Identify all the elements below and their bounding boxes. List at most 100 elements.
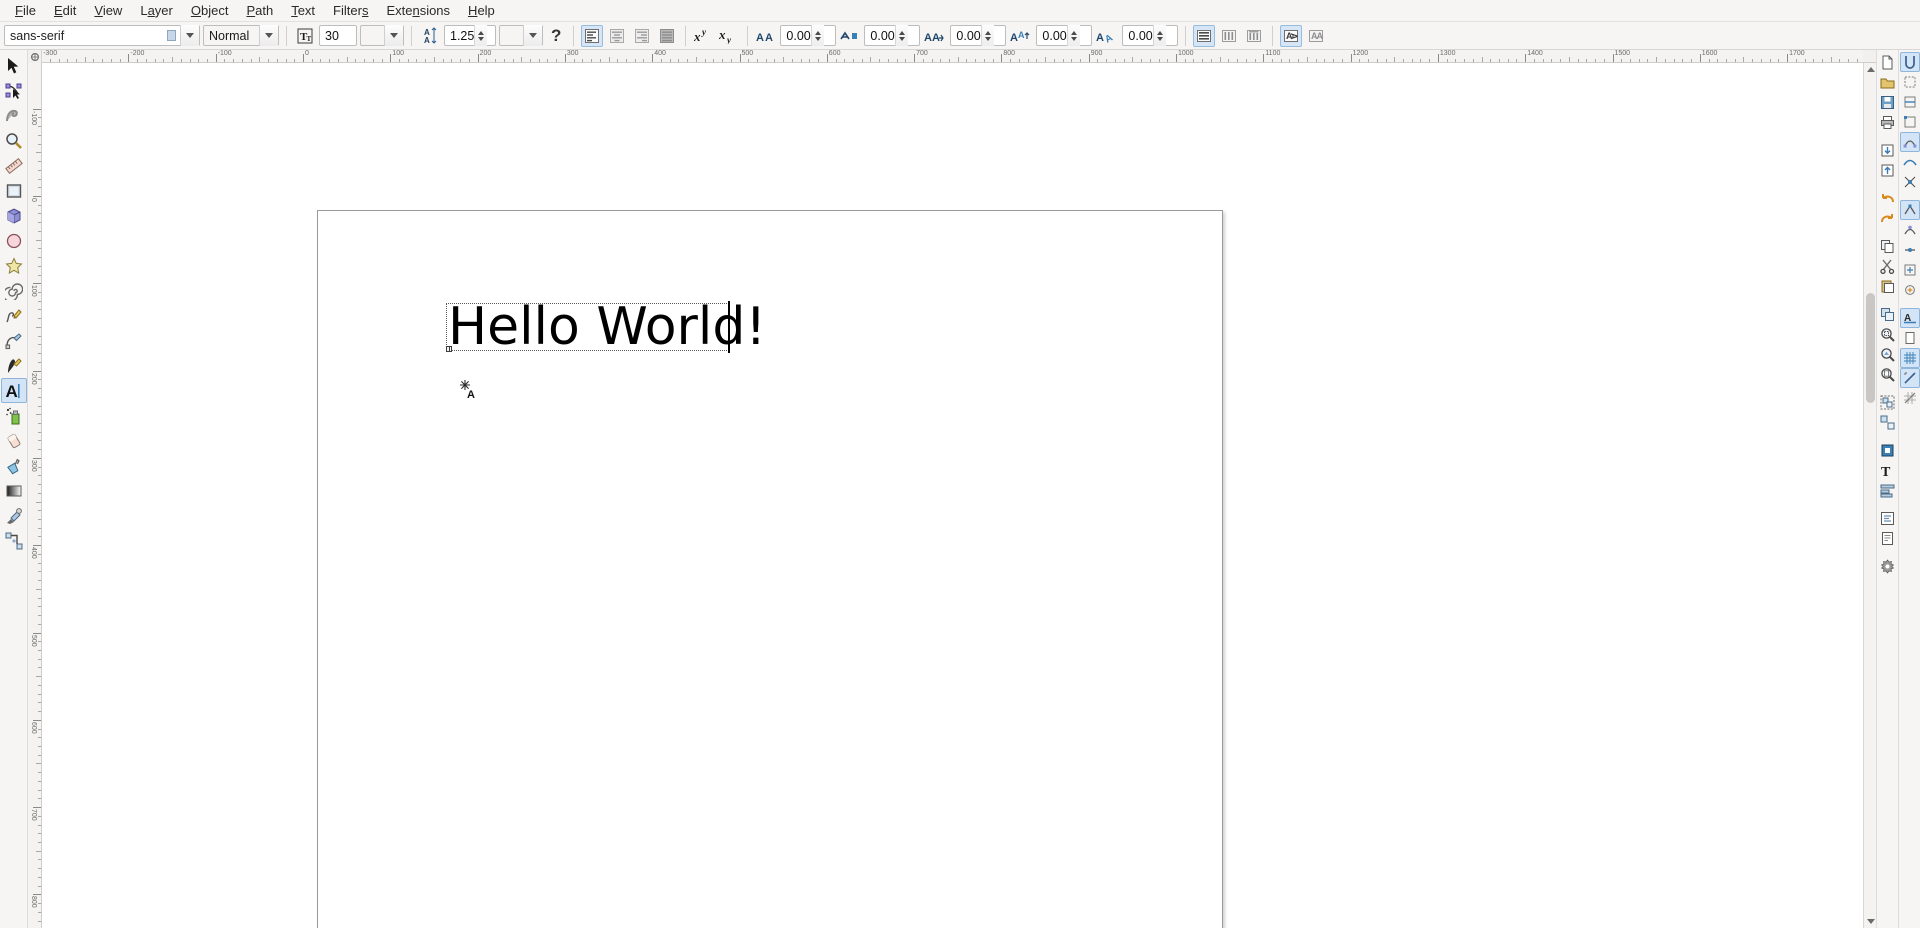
snap-grid-guide-icon[interactable] — [1900, 388, 1920, 408]
pencil-tool[interactable] — [1, 303, 27, 328]
new-document-icon[interactable] — [1878, 52, 1898, 72]
horizontal-kerning-stepper[interactable] — [980, 25, 994, 46]
horizontal-kerning-field[interactable]: 0.00 — [950, 25, 1007, 46]
superscript-button[interactable]: x y — [693, 25, 715, 47]
font-size-unit-icon[interactable]: T T — [294, 25, 316, 47]
align-left-button[interactable] — [581, 24, 604, 47]
open-document-icon[interactable] — [1878, 72, 1898, 92]
letter-spacing-value[interactable]: 0.00 — [781, 29, 810, 43]
character-rotation-value[interactable]: 0.00 — [1123, 29, 1152, 43]
tweak-tool[interactable] — [1, 103, 27, 128]
menu-help[interactable]: Help — [459, 1, 504, 20]
word-spacing-stepper[interactable] — [894, 25, 908, 46]
vertical-shift-value[interactable]: 0.00 — [1037, 29, 1066, 43]
font-size-unit-arrow[interactable] — [384, 25, 403, 46]
line-spacing-value[interactable]: 1.25 — [445, 29, 474, 43]
copy-icon[interactable] — [1878, 236, 1898, 256]
align-center-button[interactable] — [606, 25, 628, 47]
cut-icon[interactable] — [1878, 256, 1898, 276]
menu-file[interactable]: FFileile — [6, 1, 45, 20]
menu-path[interactable]: Path — [237, 1, 282, 20]
node-tool[interactable] — [1, 78, 27, 103]
snap-nodes-icon[interactable] — [1899, 132, 1920, 152]
snap-bounding-box-icon[interactable] — [1900, 72, 1920, 92]
font-family-value[interactable]: sans-serif — [5, 29, 163, 43]
menu-object[interactable]: Object — [182, 1, 238, 20]
snap-enable-icon[interactable] — [1899, 52, 1920, 72]
paste-icon[interactable] — [1878, 276, 1898, 296]
zoom-drawing-icon[interactable] — [1878, 344, 1898, 364]
subscript-button[interactable]: x y — [718, 25, 740, 47]
zoom-selection-icon[interactable] — [1878, 324, 1898, 344]
calligraphy-tool[interactable] — [1, 353, 27, 378]
drawing-canvas[interactable]: Hello World! A — [42, 63, 1863, 928]
line-spacing-stepper[interactable] — [474, 25, 488, 46]
vertical-shift-stepper[interactable] — [1066, 25, 1080, 46]
horizontal-kerning-value[interactable]: 0.00 — [951, 29, 980, 43]
zoom-page-icon[interactable] — [1878, 364, 1898, 384]
document-properties-icon[interactable] — [1878, 528, 1898, 548]
font-size-field[interactable]: 30 — [319, 25, 357, 46]
vertical-text-rl-button[interactable] — [1218, 25, 1240, 47]
export-icon[interactable] — [1878, 160, 1898, 180]
snap-page-border-icon[interactable] — [1900, 328, 1920, 348]
character-rotation-stepper[interactable] — [1152, 25, 1166, 46]
spray-tool[interactable] — [1, 403, 27, 428]
line-spacing-unit-arrow[interactable] — [523, 25, 542, 46]
snap-path-intersection-icon[interactable] — [1900, 172, 1920, 192]
align-justify-button[interactable] — [656, 25, 678, 47]
vertical-shift-field[interactable]: 0.00 — [1036, 25, 1093, 46]
text-properties-icon[interactable]: T — [1878, 460, 1898, 480]
text-orientation-auto-button[interactable]: A A — [1280, 24, 1303, 47]
menu-extensions[interactable]: Extensions — [377, 1, 459, 20]
snap-path-icon[interactable] — [1900, 152, 1920, 172]
align-right-button[interactable] — [631, 25, 653, 47]
text-orientation-upright-button[interactable]: A A — [1305, 25, 1327, 47]
font-size-value[interactable]: 30 — [320, 29, 339, 43]
line-spacing-unit-combo[interactable] — [499, 25, 543, 46]
font-size-unit-combo[interactable] — [360, 25, 404, 46]
gradient-tool[interactable] — [1, 478, 27, 503]
vertical-ruler[interactable]: -1000100200300400500600700800900 — [28, 63, 42, 928]
box3d-tool[interactable] — [1, 203, 27, 228]
connector-tool[interactable] — [1, 528, 27, 553]
menu-text[interactable]: Text — [282, 1, 324, 20]
word-spacing-field[interactable]: 0.00 — [864, 25, 921, 46]
text-anchor-handle[interactable] — [446, 346, 452, 352]
fill-stroke-icon[interactable] — [1878, 440, 1898, 460]
text-tool[interactable]: A — [0, 378, 27, 403]
menu-filters[interactable]: Filters — [324, 1, 377, 20]
duplicate-icon[interactable] — [1878, 304, 1898, 324]
align-distribute-icon[interactable] — [1878, 480, 1898, 500]
scroll-down-button[interactable] — [1864, 915, 1877, 928]
horizontal-text-button[interactable] — [1193, 24, 1216, 47]
letter-spacing-field[interactable]: 0.00 — [780, 25, 837, 46]
print-document-icon[interactable] — [1878, 112, 1898, 132]
snap-cusp-node-icon[interactable] — [1899, 200, 1920, 220]
word-spacing-value[interactable]: 0.00 — [865, 29, 894, 43]
eraser-tool[interactable] — [1, 428, 27, 453]
canvas-text-object[interactable]: Hello World! — [448, 301, 766, 353]
ungroup-icon[interactable] — [1878, 412, 1898, 432]
bezier-tool[interactable] — [1, 328, 27, 353]
snap-object-center-icon[interactable] — [1900, 260, 1920, 280]
horizontal-ruler[interactable]: -300 -200 -100 0 100 200 300 400 500 600 700 800 900… — [42, 50, 1863, 63]
snap-rotation-center-icon[interactable] — [1900, 280, 1920, 300]
menu-view[interactable]: View — [85, 1, 131, 20]
vertical-scrollbar[interactable] — [1863, 63, 1876, 928]
line-spacing-field[interactable]: 1.25 — [444, 25, 496, 46]
rectangle-tool[interactable] — [1, 178, 27, 203]
snap-smooth-node-icon[interactable] — [1900, 220, 1920, 240]
redo-icon[interactable] — [1878, 208, 1898, 228]
font-style-combo[interactable]: Normal — [203, 25, 279, 46]
snap-midpoint-icon[interactable] — [1900, 240, 1920, 260]
menu-edit[interactable]: Edit — [45, 1, 85, 20]
selector-tool[interactable] — [1, 53, 27, 78]
undo-icon[interactable] — [1878, 188, 1898, 208]
letter-spacing-stepper[interactable] — [810, 25, 824, 46]
font-style-dropdown-arrow[interactable] — [259, 25, 278, 46]
font-style-value[interactable]: Normal — [204, 29, 259, 43]
snap-bbox-edge-icon[interactable] — [1900, 92, 1920, 112]
snap-text-baseline-icon[interactable]: A — [1899, 308, 1920, 328]
paint-bucket-tool[interactable] — [1, 453, 27, 478]
